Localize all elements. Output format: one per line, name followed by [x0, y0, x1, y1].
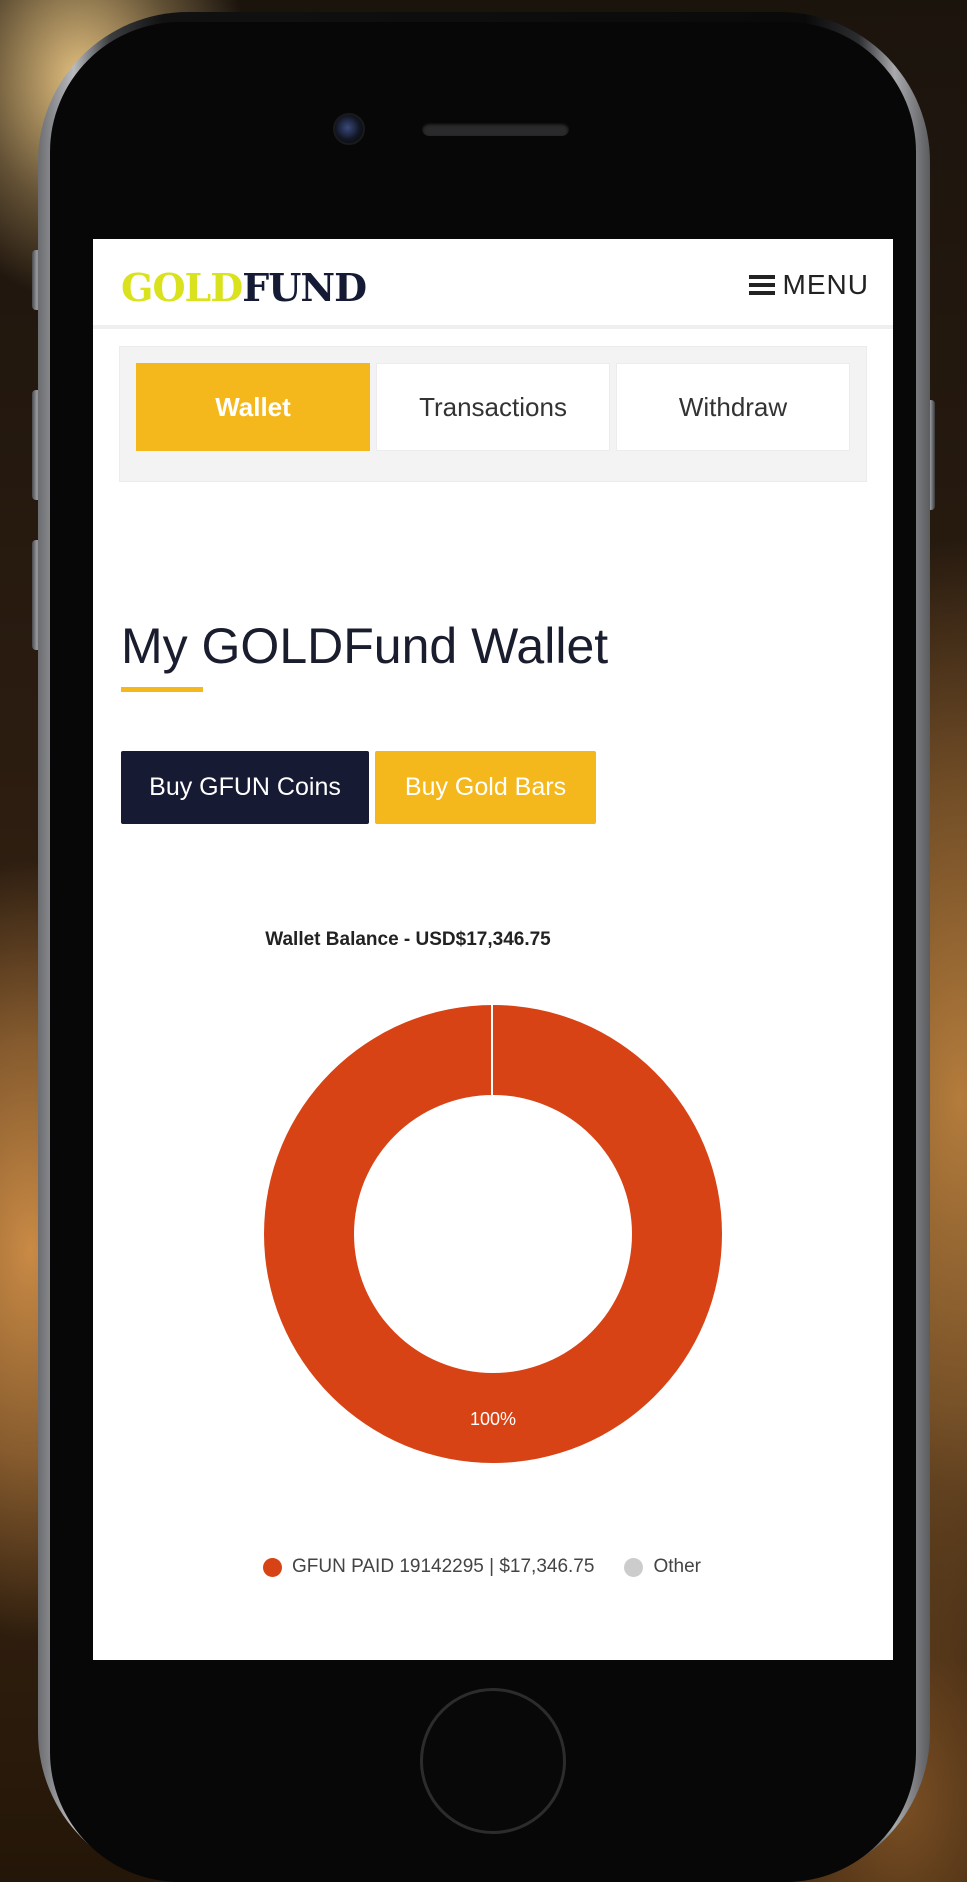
goldfund-logo[interactable]: GOLDFUND: [121, 265, 367, 310]
legend-item-other[interactable]: Other: [624, 1556, 701, 1578]
wallet-tabs: Wallet Transactions Withdraw: [119, 346, 867, 482]
page-title: My GOLDFund Wallet: [121, 618, 609, 674]
buy-gfun-coins-button[interactable]: Buy GFUN Coins: [121, 751, 369, 824]
tab-withdraw[interactable]: Withdraw: [616, 363, 850, 451]
buy-gold-bars-button[interactable]: Buy Gold Bars: [375, 751, 596, 824]
chart-legend: GFUN PAID 19142295 | $17,346.75 Other: [263, 1556, 701, 1578]
legend-swatch-other: [624, 1557, 644, 1577]
legend-label-gfun: GFUN PAID 19142295 | $17,346.75: [292, 1556, 595, 1577]
tab-transactions[interactable]: Transactions: [376, 363, 610, 451]
legend-item-gfun[interactable]: GFUN PAID 19142295 | $17,346.75: [263, 1556, 594, 1578]
legend-label-other: Other: [653, 1556, 701, 1577]
earpiece-speaker: [422, 122, 569, 136]
chart-title: Wallet Balance - USD$17,346.75: [265, 929, 551, 950]
app-screen: GOLDFUND MENU Wallet Transactions Withdr…: [93, 239, 893, 1660]
legend-swatch-gfun: [263, 1557, 282, 1577]
logo-gold-text: GOLD: [121, 265, 243, 310]
slice-label-0: 100%: [470, 1409, 516, 1429]
logo-fund-text: FUND: [242, 265, 367, 310]
menu-label: MENU: [782, 269, 869, 300]
tab-wallet[interactable]: Wallet: [136, 363, 370, 451]
front-camera: [333, 113, 365, 145]
home-button[interactable]: [420, 1688, 566, 1834]
donut-slice-0[interactable]: [264, 1005, 722, 1463]
menu-button[interactable]: MENU: [748, 267, 869, 303]
title-underline: [121, 687, 203, 692]
hamburger-icon: [748, 275, 775, 295]
top-bar: GOLDFUND MENU: [93, 239, 893, 329]
